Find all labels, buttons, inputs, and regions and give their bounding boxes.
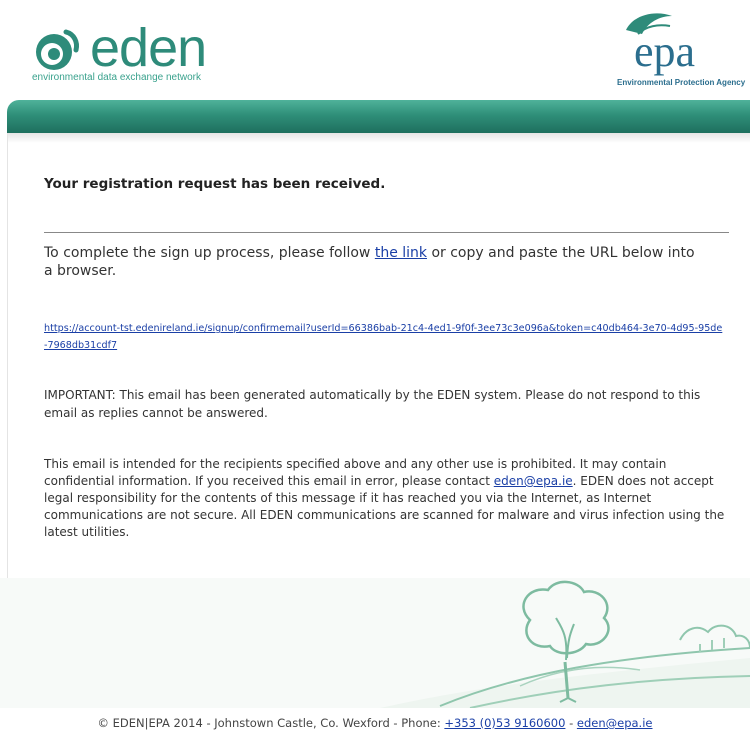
eden-tagline: environmental data exchange network [32,72,201,83]
epa-logo[interactable]: epa Environmental Protection Agency [612,8,750,94]
instruction-text-start: To complete the sign up process, please … [44,245,375,261]
footer-separator: - [565,716,577,730]
instruction-text: To complete the sign up process, please … [44,244,704,280]
registration-headline: Your registration request has been recei… [44,176,386,192]
confirm-link[interactable]: the link [375,245,427,261]
eden-logo[interactable]: eden environmental data exchange network [28,18,258,90]
email-header: eden environmental data exchange network… [0,0,750,100]
confirm-url-link[interactable]: https://account-tst.edenireland.ie/signu… [44,320,724,354]
footer-phone-link[interactable]: +353 (0)53 9160600 [444,716,565,730]
contact-email-link[interactable]: eden@epa.ie [494,474,573,488]
epa-wordmark: epa [634,27,696,76]
footer: © EDEN|EPA 2014 - Johnstown Castle, Co. … [0,716,750,730]
banner-shadow [7,133,750,143]
footer-email-link[interactable]: eden@epa.ie [577,716,653,730]
divider [44,232,729,233]
footer-text: © EDEN|EPA 2014 - Johnstown Castle, Co. … [97,716,445,730]
content-border [7,133,8,578]
eden-wordmark: eden [90,18,207,78]
header-banner [7,100,750,133]
epa-tagline: Environmental Protection Agency [617,78,746,87]
important-notice: IMPORTANT: This email has been generated… [44,388,701,420]
eden-swirl-icon [36,29,79,70]
tree-landscape-illustration [0,578,750,708]
disclaimer-text: This email is intended for the recipient… [44,456,734,541]
